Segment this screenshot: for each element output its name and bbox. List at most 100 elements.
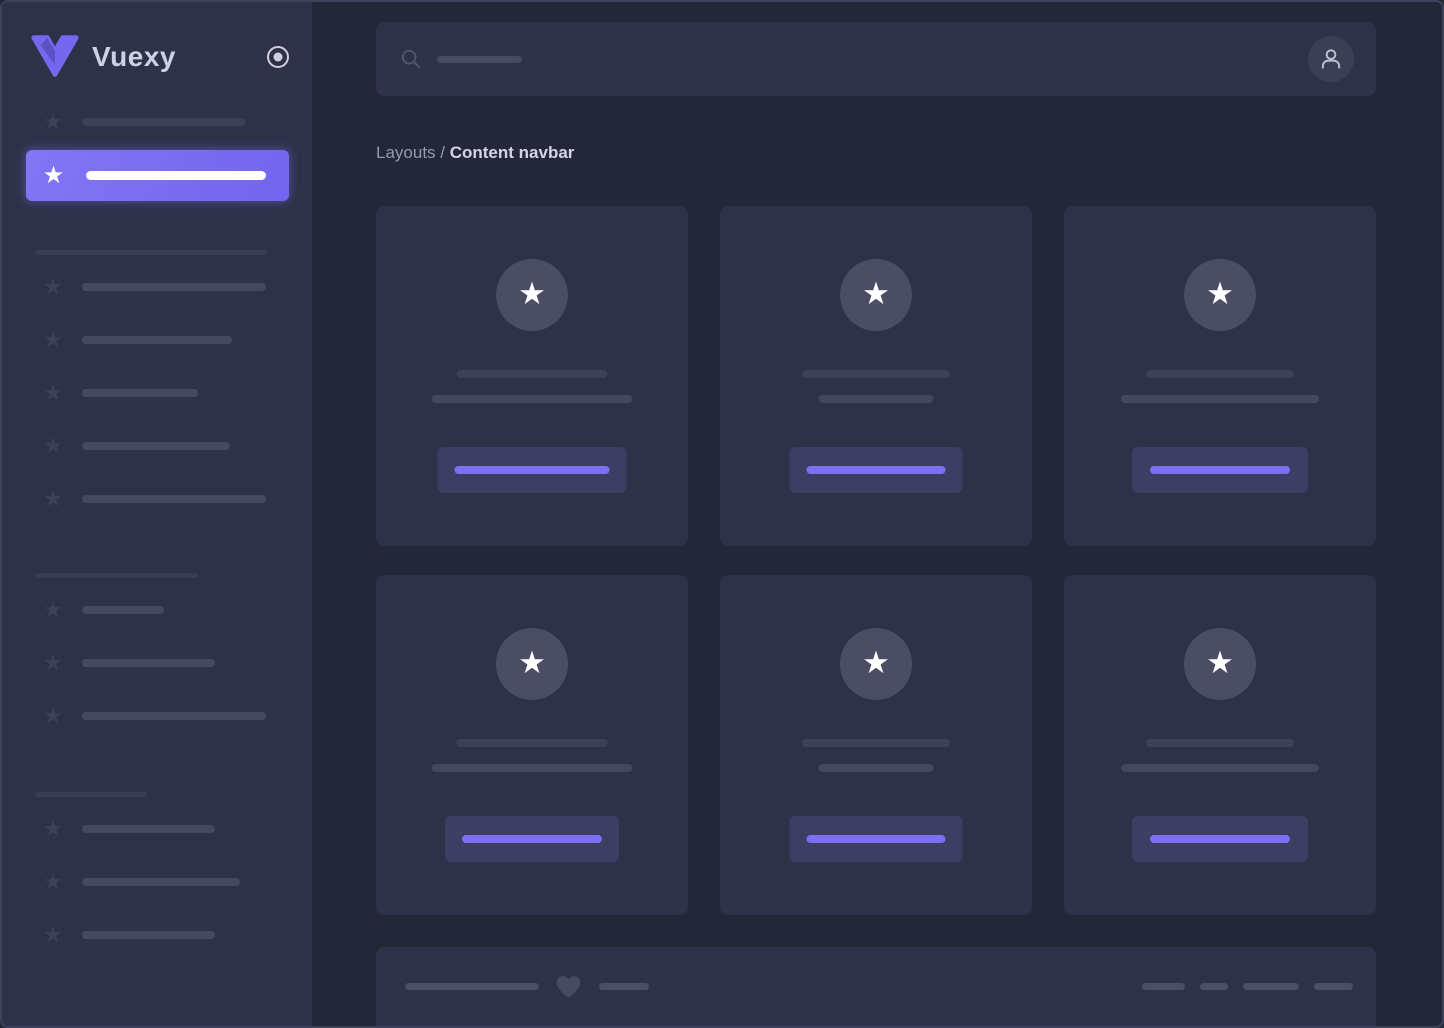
sidebar-item[interactable]: ★ [41, 381, 312, 405]
card-subtitle-skeleton [1121, 764, 1319, 772]
button-label-skeleton [462, 835, 602, 843]
sidebar-item[interactable]: ★ [41, 870, 312, 894]
person-icon [1318, 46, 1344, 72]
card-avatar: ★ [840, 628, 912, 700]
content-card: ★ [720, 206, 1032, 546]
star-icon: ★ [1206, 278, 1234, 312]
section-header-skeleton [35, 250, 267, 255]
card-avatar: ★ [496, 259, 568, 331]
footer-link-skeleton [1243, 983, 1299, 990]
sidebar-item[interactable]: ★ [41, 651, 312, 675]
star-icon: ★ [41, 110, 65, 134]
footer-bar [376, 947, 1376, 1028]
content-card: ★ [720, 575, 1032, 915]
sidebar-item-label-skeleton [82, 931, 215, 939]
star-icon: ★ [41, 487, 65, 511]
card-avatar: ★ [1184, 628, 1256, 700]
star-icon: ★ [41, 817, 65, 841]
app-window: Vuexy ★ ★ ★ ★ ★ ★ ★ [0, 0, 1444, 1028]
card-action-button[interactable] [790, 816, 963, 862]
star-icon: ★ [518, 278, 546, 312]
content-card: ★ [1064, 575, 1376, 915]
footer-link-skeleton [1314, 983, 1353, 990]
sidebar-item-label-skeleton [82, 712, 266, 720]
card-title-skeleton [802, 739, 950, 747]
sidebar-item-label-skeleton [82, 495, 266, 503]
content-card: ★ [1064, 206, 1376, 546]
sidebar-item[interactable]: ★ [41, 110, 312, 134]
card-title-skeleton [802, 370, 950, 378]
radio-circle-icon[interactable] [266, 45, 290, 69]
star-icon: ★ [41, 923, 65, 947]
content-card: ★ [376, 206, 688, 546]
sidebar-section: ★ ★ ★ ★ ★ [2, 250, 312, 511]
card-subtitle-skeleton [1121, 395, 1319, 403]
sidebar-item-active[interactable]: ★ [26, 150, 289, 201]
card-avatar: ★ [1184, 259, 1256, 331]
search-icon [400, 48, 422, 70]
sidebar-item-label-skeleton [82, 606, 164, 614]
sidebar-item[interactable]: ★ [41, 275, 312, 299]
sidebar-item-label-skeleton [82, 878, 240, 886]
sidebar-item[interactable]: ★ [41, 434, 312, 458]
card-avatar: ★ [496, 628, 568, 700]
card-subtitle-skeleton [432, 395, 633, 403]
sidebar-item-label-skeleton [82, 118, 245, 126]
section-items: ★ ★ ★ [2, 598, 312, 728]
sidebar-item-label-skeleton [82, 336, 232, 344]
star-icon: ★ [41, 704, 65, 728]
sidebar: Vuexy ★ ★ ★ ★ ★ ★ ★ [2, 2, 312, 1026]
section-items: ★ ★ ★ [2, 817, 312, 947]
button-label-skeleton [455, 466, 610, 474]
heart-icon [555, 974, 582, 999]
card-title-skeleton [1146, 739, 1294, 747]
main-content: Layouts / Content navbar ★ ★ ★ [376, 22, 1376, 1028]
sidebar-item-label-skeleton [82, 442, 230, 450]
sidebar-item-label-skeleton [82, 825, 215, 833]
card-grid: ★ ★ ★ ★ [376, 206, 1376, 915]
card-subtitle-skeleton [432, 764, 633, 772]
card-action-button[interactable] [445, 816, 619, 862]
card-action-button[interactable] [438, 447, 627, 493]
footer-links [1142, 983, 1353, 990]
sidebar-item-label-skeleton [82, 659, 215, 667]
footer-left [405, 974, 649, 999]
section-header-skeleton [35, 573, 198, 578]
content-card: ★ [376, 575, 688, 915]
brand-title: Vuexy [92, 41, 176, 73]
sidebar-item-label-skeleton [82, 389, 198, 397]
sidebar-item[interactable]: ★ [41, 328, 312, 352]
section-items: ★ ★ ★ ★ ★ [2, 275, 312, 511]
sidebar-item-label-skeleton [82, 283, 266, 291]
card-action-button[interactable] [790, 447, 963, 493]
star-icon: ★ [41, 434, 65, 458]
user-avatar[interactable] [1308, 36, 1354, 82]
button-label-skeleton [807, 466, 946, 474]
card-action-button[interactable] [1132, 447, 1308, 493]
sidebar-item[interactable]: ★ [41, 817, 312, 841]
star-icon: ★ [41, 275, 65, 299]
sidebar-item[interactable]: ★ [41, 487, 312, 511]
breadcrumb: Layouts / Content navbar [376, 143, 1376, 163]
footer-text-skeleton [405, 983, 539, 990]
breadcrumb-separator: / [436, 143, 450, 162]
sidebar-item[interactable]: ★ [41, 923, 312, 947]
card-title-skeleton [1146, 370, 1294, 378]
sidebar-section: ★ ★ ★ [2, 792, 312, 947]
star-icon: ★ [41, 163, 66, 188]
star-icon: ★ [41, 381, 65, 405]
star-icon: ★ [518, 647, 546, 681]
vuexy-logo-icon [28, 34, 82, 80]
card-subtitle-skeleton [819, 764, 934, 772]
card-title-skeleton [457, 370, 608, 378]
breadcrumb-parent[interactable]: Layouts [376, 143, 436, 162]
sidebar-section: ★ ★ ★ [2, 573, 312, 728]
brand-row: Vuexy [28, 32, 290, 82]
search-placeholder-skeleton [437, 56, 522, 63]
card-action-button[interactable] [1132, 816, 1308, 862]
search-input[interactable] [400, 48, 1308, 70]
star-icon: ★ [862, 278, 890, 312]
sidebar-item[interactable]: ★ [41, 704, 312, 728]
sidebar-item[interactable]: ★ [41, 598, 312, 622]
star-icon: ★ [41, 870, 65, 894]
